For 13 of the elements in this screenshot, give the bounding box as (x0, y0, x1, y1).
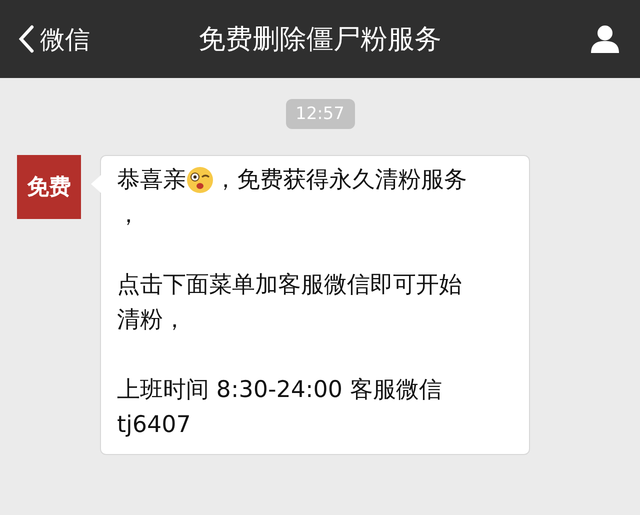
avatar[interactable]: 免费 (17, 155, 81, 219)
person-icon[interactable] (590, 24, 620, 54)
message-text: 清粉， (117, 306, 186, 335)
message-text: ， (117, 201, 140, 230)
message-text: 恭喜亲 (117, 166, 186, 195)
back-button[interactable]: 微信 (18, 22, 90, 56)
back-chevron-icon (18, 25, 34, 53)
chat-title: 免费删除僵尸粉服务 (198, 23, 442, 57)
message-text: 上班时间 8:30-24:00 客服微信 (117, 376, 442, 405)
message-text: tj6407 (117, 412, 191, 438)
timestamp: 12:57 (286, 99, 354, 129)
message-text: 点击下面菜单加客服微信即可开始 (117, 271, 462, 300)
message-text: ，免费获得永久清粉服务 (214, 166, 467, 195)
